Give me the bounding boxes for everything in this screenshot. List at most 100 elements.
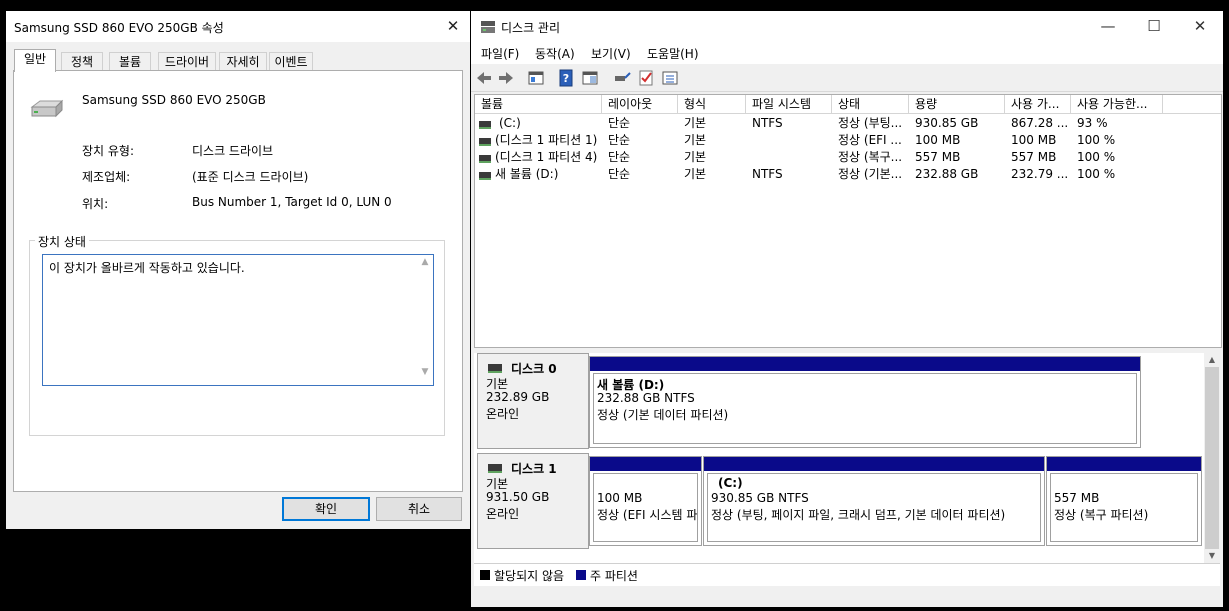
partition-body: 557 MB 정상 (복구 파티션) <box>1050 473 1198 542</box>
minimize-icon[interactable]: — <box>1085 11 1131 42</box>
volume-free-space: 100 MB <box>1011 133 1057 147</box>
volume-icon <box>479 172 491 180</box>
partition-efi[interactable]: 100 MB 정상 (EFI 시스템 파 <box>589 456 702 546</box>
disk-1-status: 온라인 <box>486 507 520 521</box>
back-arrow-icon[interactable] <box>475 69 493 87</box>
dialog-close-icon[interactable]: ✕ <box>440 15 466 37</box>
volume-layout: 단순 <box>608 133 631 147</box>
ok-button[interactable]: 확인 <box>282 497 370 521</box>
disk-1-size: 931.50 GB <box>486 490 550 504</box>
volume-capacity: 557 MB <box>915 150 961 164</box>
disk-view-scrollbar[interactable]: ▲ ▼ <box>1204 353 1220 563</box>
volume-percent-free: 100 % <box>1077 150 1116 164</box>
volume-type: 기본 <box>684 150 707 164</box>
column-header-free-space[interactable]: 사용 가... <box>1005 95 1071 114</box>
partition-body: (C:) 930.85 GB NTFS 정상 (부팅, 페이지 파일, 크래시 … <box>707 473 1041 542</box>
primary-partition-label: 주 파티션 <box>590 569 638 583</box>
volume-name[interactable]: 새 볼륨 (D:) <box>495 166 601 183</box>
partition-legend: 할당되지 않음 주 파티션 <box>474 563 1220 586</box>
partition-c[interactable]: (C:) 930.85 GB NTFS 정상 (부팅, 페이지 파일, 크래시 … <box>703 456 1045 546</box>
location-value: Bus Number 1, Target Id 0, LUN 0 <box>192 195 392 209</box>
tab-volumes[interactable]: 볼륨 <box>109 52 151 71</box>
partition-d[interactable]: 새 볼륨 (D:) 232.88 GB NTFS 정상 (기본 데이터 파티션) <box>589 356 1141 448</box>
disk-0-size: 232.89 GB <box>486 390 550 404</box>
dialog-title: Samsung SSD 860 EVO 250GB 속성 <box>14 21 224 35</box>
partition-size: 232.88 GB NTFS <box>597 391 695 405</box>
primary-partition-bar <box>1047 457 1201 471</box>
tab-details[interactable]: 자세히 <box>219 52 267 71</box>
volume-type: 기본 <box>684 133 707 147</box>
connect-icon[interactable] <box>613 69 631 87</box>
check-icon[interactable] <box>637 69 655 87</box>
menu-action[interactable]: 동작(A) <box>535 45 575 62</box>
menu-view[interactable]: 보기(V) <box>591 45 631 62</box>
volume-icon <box>479 138 491 146</box>
column-header-type[interactable]: 형식 <box>678 95 746 114</box>
properties-icon[interactable] <box>527 69 545 87</box>
disk-1-header[interactable]: 디스크 1 기본 931.50 GB 온라인 <box>477 453 589 549</box>
cancel-button[interactable]: 취소 <box>376 497 462 521</box>
scroll-up-icon[interactable]: ▲ <box>417 257 433 271</box>
column-header-volume[interactable]: 볼륨 <box>475 95 602 114</box>
volume-percent-free: 100 % <box>1077 133 1116 147</box>
partition-status: 정상 (부팅, 페이지 파일, 크래시 덤프, 기본 데이터 파티션) <box>711 508 1006 522</box>
tab-policy[interactable]: 정책 <box>61 52 103 71</box>
partition-status: 정상 (기본 데이터 파티션) <box>597 408 729 422</box>
volume-name[interactable]: (디스크 1 파티션 1) <box>495 132 601 149</box>
status-scrollbar[interactable]: ▲ ▼ <box>417 255 433 385</box>
partition-body: 100 MB 정상 (EFI 시스템 파 <box>593 473 698 542</box>
tab-driver[interactable]: 드라이버 <box>158 52 216 71</box>
manufacturer-value: (표준 디스크 드라이브) <box>192 170 309 184</box>
column-header-filesystem[interactable]: 파일 시스템 <box>746 95 832 114</box>
scroll-up-icon[interactable]: ▲ <box>1204 353 1220 367</box>
partition-recovery[interactable]: 557 MB 정상 (복구 파티션) <box>1046 456 1202 546</box>
column-header-capacity[interactable]: 용량 <box>909 95 1005 114</box>
volume-icon <box>479 121 491 129</box>
scroll-down-icon[interactable]: ▼ <box>1204 549 1220 563</box>
device-type-value: 디스크 드라이브 <box>192 144 274 158</box>
device-status-textbox[interactable]: 이 장치가 올바르게 작동하고 있습니다. ▲ ▼ <box>42 254 434 386</box>
volume-status: 정상 (기본... <box>838 167 903 181</box>
volume-percent-free: 93 % <box>1077 116 1108 130</box>
menu-file[interactable]: 파일(F) <box>481 45 519 62</box>
volume-name[interactable]: (C:) <box>499 115 599 132</box>
volume-name[interactable]: (디스크 1 파티션 4) <box>495 149 601 166</box>
help-icon[interactable]: ? <box>557 69 575 87</box>
tab-general[interactable]: 일반 <box>14 49 56 72</box>
disk-0-header[interactable]: 디스크 0 기본 232.89 GB 온라인 <box>477 353 589 449</box>
column-header-percent-free[interactable]: 사용 가능한... <box>1071 95 1163 114</box>
partition-body: 새 볼륨 (D:) 232.88 GB NTFS 정상 (기본 데이터 파티션) <box>593 373 1137 444</box>
primary-partition-bar <box>590 457 701 471</box>
device-status-label: 장치 상태 <box>35 233 89 250</box>
column-header-status[interactable]: 상태 <box>832 95 909 114</box>
close-icon[interactable]: ✕ <box>1177 11 1223 42</box>
scroll-down-icon[interactable]: ▼ <box>417 367 433 381</box>
window-titlebar[interactable]: 디스크 관리 — ☐ ✕ <box>471 11 1223 42</box>
location-label: 위치: <box>82 197 109 211</box>
tab-events[interactable]: 이벤트 <box>269 52 313 71</box>
volume-layout: 단순 <box>608 116 631 130</box>
disk-1-name: 디스크 1 <box>511 462 557 476</box>
list-icon[interactable] <box>661 69 679 87</box>
volume-status: 정상 (부팅... <box>838 116 903 130</box>
menu-help[interactable]: 도움말(H) <box>647 45 699 62</box>
panel-icon[interactable] <box>581 69 599 87</box>
maximize-icon[interactable]: ☐ <box>1131 11 1177 42</box>
column-header-spacer <box>1163 95 1221 114</box>
volume-free-space: 232.79 ... <box>1011 167 1069 181</box>
window-title: 디스크 관리 <box>501 21 561 35</box>
forward-arrow-icon[interactable] <box>497 69 515 87</box>
primary-partition-swatch <box>576 570 586 580</box>
device-name: Samsung SSD 860 EVO 250GB <box>82 93 266 107</box>
dialog-titlebar[interactable]: Samsung SSD 860 EVO 250GB 속성 ✕ <box>6 11 470 42</box>
volume-capacity: 232.88 GB <box>915 167 979 181</box>
disk-graphical-view: 디스크 0 기본 232.89 GB 온라인 새 볼륨 (D:) 232.88 … <box>474 353 1204 563</box>
toolbar: ? <box>471 65 1223 92</box>
volume-type: 기본 <box>684 116 707 130</box>
volume-free-space: 557 MB <box>1011 150 1057 164</box>
volume-icon <box>479 155 491 163</box>
column-header-layout[interactable]: 레이아웃 <box>602 95 678 114</box>
volume-filesystem: NTFS <box>752 116 783 130</box>
primary-partition-bar <box>590 357 1140 371</box>
scrollbar-thumb[interactable] <box>1205 367 1219 549</box>
